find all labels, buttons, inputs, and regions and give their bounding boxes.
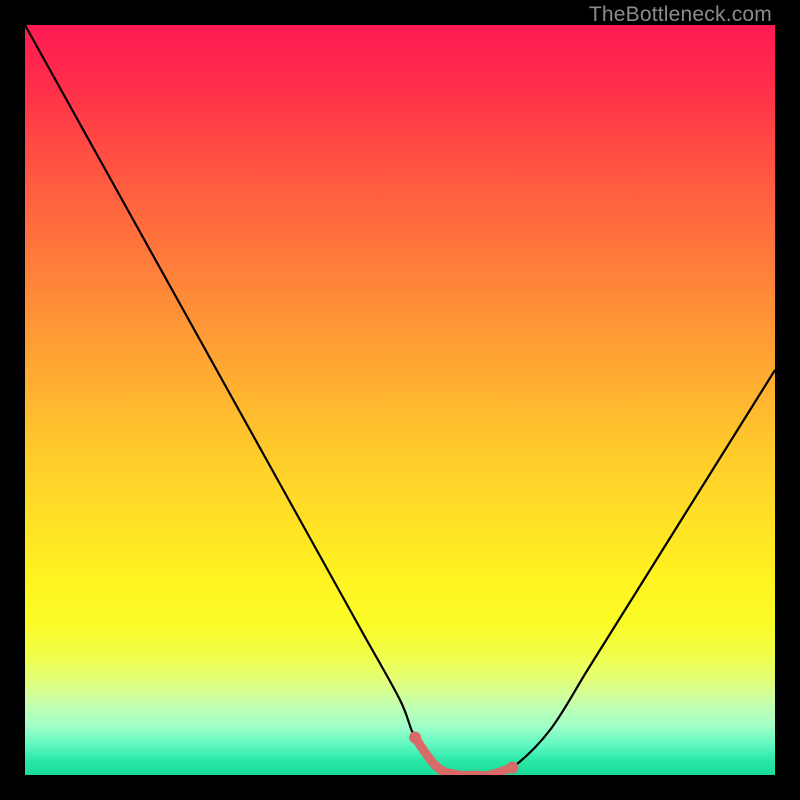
highlight-dot-left (409, 732, 421, 744)
chart-frame: TheBottleneck.com (0, 0, 800, 800)
attribution-label: TheBottleneck.com (589, 3, 772, 27)
plot-area (25, 25, 775, 775)
highlight-dot-right (507, 762, 519, 774)
curve-svg (25, 25, 775, 775)
bottleneck-curve-path (25, 25, 775, 775)
highlight-segment (415, 738, 513, 776)
